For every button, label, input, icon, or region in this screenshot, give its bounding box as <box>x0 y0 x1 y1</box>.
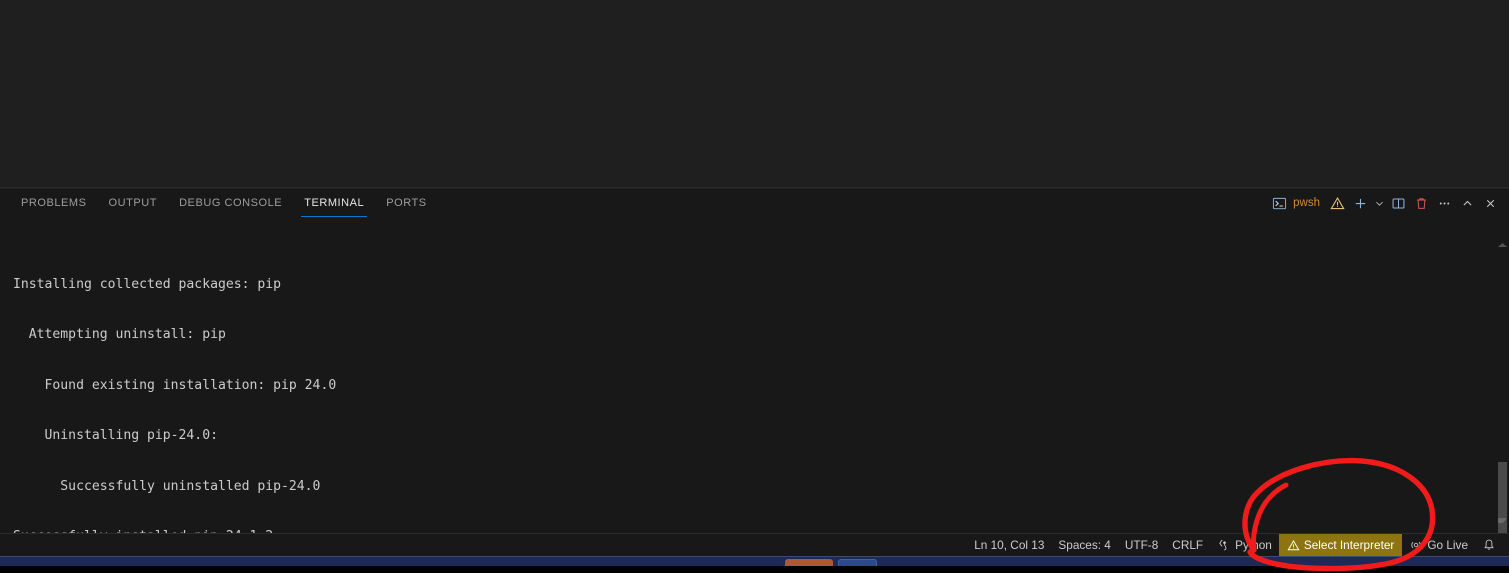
warning-triangle-icon <box>1287 539 1300 552</box>
tab-ports[interactable]: PORTS <box>375 189 437 217</box>
scrollbar-thumb[interactable] <box>1498 462 1507 534</box>
terminal-line: Successfully uninstalled pip-24.0 <box>13 478 321 494</box>
status-select-interpreter-label: Select Interpreter <box>1303 538 1395 552</box>
status-go-live[interactable]: Go Live <box>1402 534 1475 557</box>
status-select-interpreter[interactable]: Select Interpreter <box>1278 533 1403 557</box>
status-eol[interactable]: CRLF <box>1165 534 1210 557</box>
terminal-line: Found existing installation: pip 24.0 <box>13 377 337 393</box>
status-cursor-position[interactable]: Ln 10, Col 13 <box>967 534 1051 557</box>
windows-taskbar[interactable] <box>0 556 1509 573</box>
chevron-down-icon[interactable] <box>1372 192 1386 214</box>
tab-terminal[interactable]: TERMINAL <box>293 189 375 217</box>
status-go-live-label: Go Live <box>1427 538 1468 552</box>
plus-icon[interactable] <box>1349 192 1371 214</box>
terminal-icon[interactable] <box>1268 192 1290 214</box>
scrollbar-marker-top <box>1498 234 1507 247</box>
status-language-mode[interactable]: Python <box>1210 534 1279 557</box>
status-indentation-label: Spaces: 4 <box>1058 538 1111 552</box>
warning-triangle-icon[interactable] <box>1326 192 1348 214</box>
status-notifications[interactable] <box>1475 534 1503 557</box>
split-editor-icon[interactable] <box>1387 192 1409 214</box>
terminal-scrollbar[interactable] <box>1495 217 1509 534</box>
status-cursor-position-label: Ln 10, Col 13 <box>974 538 1045 552</box>
status-language-label: Python <box>1235 538 1272 552</box>
taskbar-item[interactable] <box>838 559 877 568</box>
terminal-line: Attempting uninstall: pip <box>13 327 226 343</box>
status-bar: Ln 10, Col 13 Spaces: 4 UTF-8 CRLF Pytho… <box>0 533 1509 557</box>
taskbar-item[interactable] <box>785 559 833 568</box>
tab-problems[interactable]: PROBLEMS <box>10 189 98 217</box>
terminal-line: Uninstalling pip-24.0: <box>13 428 218 444</box>
broadcast-icon <box>1409 538 1423 552</box>
ellipsis-icon[interactable] <box>1433 192 1455 214</box>
editor-area <box>0 0 1509 188</box>
status-indentation[interactable]: Spaces: 4 <box>1051 534 1117 557</box>
terminal-shell-label[interactable]: pwsh <box>1291 197 1325 209</box>
scrollbar-marker-bottom <box>1498 510 1507 523</box>
panel-tab-bar: PROBLEMS OUTPUT DEBUG CONSOLE TERMINAL P… <box>0 189 1509 217</box>
bell-icon <box>1482 538 1496 552</box>
tab-debug-console[interactable]: DEBUG CONSOLE <box>168 189 293 217</box>
panel-actions: pwsh <box>1268 189 1501 217</box>
tab-output[interactable]: OUTPUT <box>98 189 169 217</box>
trash-icon[interactable] <box>1410 192 1432 214</box>
terminal-output[interactable]: Installing collected packages: pip Attem… <box>0 217 1509 533</box>
status-eol-label: CRLF <box>1172 538 1204 552</box>
status-encoding-label: UTF-8 <box>1124 538 1159 552</box>
close-icon[interactable] <box>1479 192 1501 214</box>
chevron-up-icon[interactable] <box>1456 192 1478 214</box>
bottom-panel: PROBLEMS OUTPUT DEBUG CONSOLE TERMINAL P… <box>0 189 1509 534</box>
python-brackets-icon <box>1217 538 1231 552</box>
terminal-line: Installing collected packages: pip <box>13 276 282 292</box>
status-encoding[interactable]: UTF-8 <box>1118 534 1165 557</box>
